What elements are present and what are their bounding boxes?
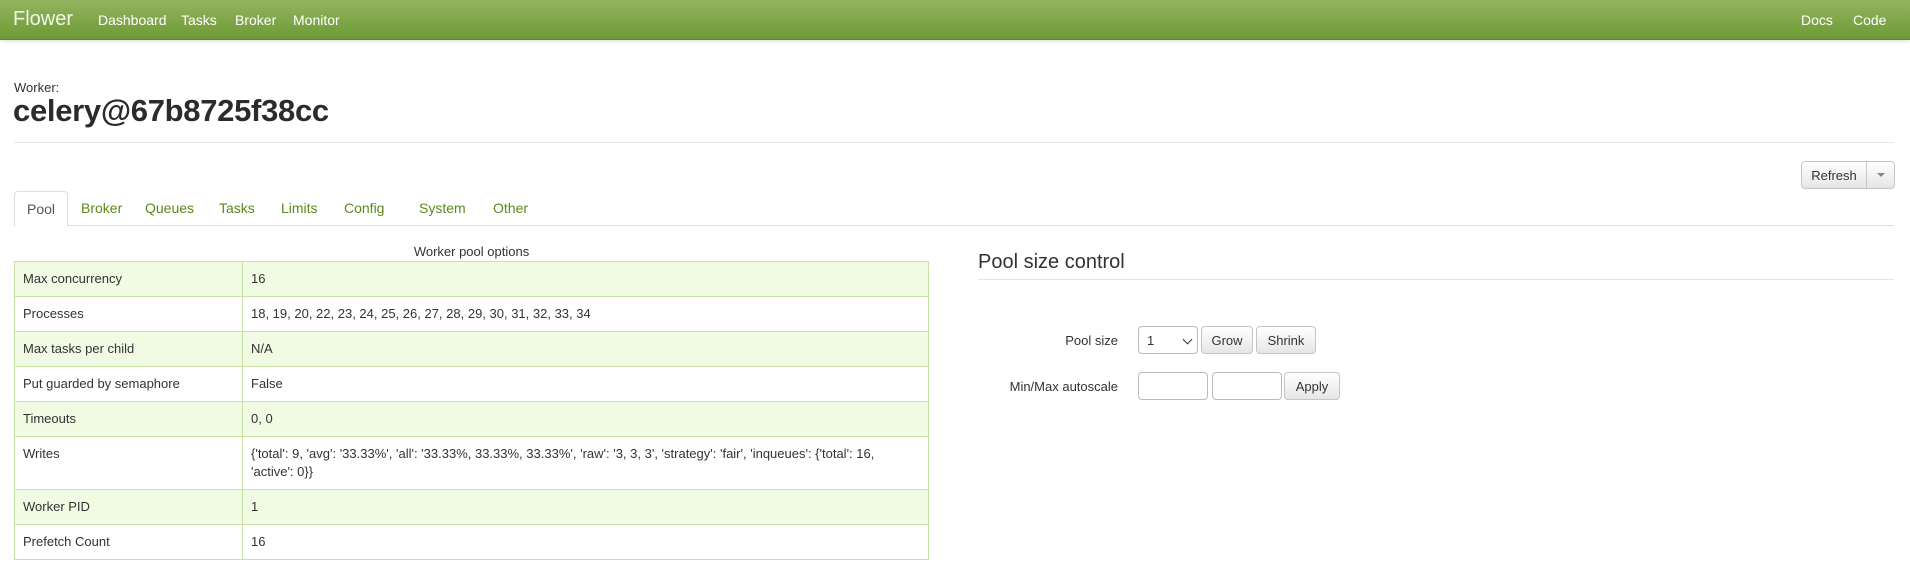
- pool-size-value: 1: [1147, 333, 1155, 348]
- row-key: Put guarded by semaphore: [14, 366, 243, 402]
- row-key: Max tasks per child: [14, 331, 243, 367]
- brand-logo[interactable]: Flower: [13, 8, 73, 31]
- nav-dashboard[interactable]: Dashboard: [98, 12, 167, 28]
- autoscale-label: Min/Max autoscale: [1009, 379, 1118, 394]
- tab-other[interactable]: Other: [481, 191, 540, 226]
- divider: [978, 279, 1894, 280]
- tab-pool[interactable]: Pool: [14, 191, 69, 227]
- row-value: 16: [242, 261, 929, 297]
- navbar: Flower Dashboard Tasks Broker Monitor Do…: [0, 0, 1910, 40]
- table-row: Max concurrency 16: [14, 261, 929, 297]
- tab-limits[interactable]: Limits: [269, 191, 330, 226]
- table-caption: Worker pool options: [413, 244, 530, 259]
- pool-size-select[interactable]: 1: [1138, 326, 1198, 354]
- refresh-button[interactable]: Refresh: [1801, 161, 1867, 189]
- row-key: Max concurrency: [14, 261, 243, 297]
- row-key: Worker PID: [14, 489, 243, 525]
- table-row: Put guarded by semaphore False: [14, 366, 929, 402]
- tab-system[interactable]: System: [407, 191, 478, 226]
- autoscale-min-input[interactable]: [1138, 372, 1208, 400]
- row-value: N/A: [242, 331, 929, 367]
- nav-docs[interactable]: Docs: [1801, 12, 1833, 28]
- nav-broker[interactable]: Broker: [235, 12, 276, 28]
- table-row: Processes 18, 19, 20, 22, 23, 24, 25, 26…: [14, 296, 929, 332]
- row-value: 18, 19, 20, 22, 23, 24, 25, 26, 27, 28, …: [242, 296, 929, 332]
- row-value: False: [242, 366, 929, 402]
- refresh-dropdown-toggle[interactable]: [1867, 161, 1895, 189]
- table-row: Timeouts 0, 0: [14, 401, 929, 437]
- apply-button[interactable]: Apply: [1284, 372, 1340, 400]
- grow-button[interactable]: Grow: [1201, 326, 1253, 354]
- row-value: 0, 0: [242, 401, 929, 437]
- nav-tasks[interactable]: Tasks: [181, 12, 217, 28]
- table-row: Writes {'total': 9, 'avg': '33.33%', 'al…: [14, 436, 929, 490]
- tab-bar: Pool Broker Queues Tasks Limits Config S…: [14, 191, 1894, 227]
- row-value: 1: [242, 489, 929, 525]
- pool-size-label: Pool size: [1065, 333, 1118, 348]
- divider: [14, 142, 1894, 143]
- tab-config[interactable]: Config: [332, 191, 396, 226]
- row-value: 16: [242, 524, 929, 560]
- pool-options-table: Max concurrency 16 Processes 18, 19, 20,…: [14, 261, 929, 560]
- pool-control-title: Pool size control: [978, 251, 1125, 273]
- row-key: Writes: [14, 436, 243, 490]
- tab-broker[interactable]: Broker: [69, 191, 134, 226]
- nav-monitor[interactable]: Monitor: [293, 12, 340, 28]
- table-row: Prefetch Count 16: [14, 524, 929, 560]
- row-key: Prefetch Count: [14, 524, 243, 560]
- autoscale-max-input[interactable]: [1212, 372, 1282, 400]
- table-row: Worker PID 1: [14, 489, 929, 525]
- caret-down-icon: [1876, 173, 1885, 177]
- tab-tasks[interactable]: Tasks: [207, 191, 267, 226]
- table-row: Max tasks per child N/A: [14, 331, 929, 367]
- row-value: {'total': 9, 'avg': '33.33%', 'all': '33…: [242, 436, 929, 490]
- tab-queues[interactable]: Queues: [133, 191, 206, 226]
- chevron-down-icon: [1182, 334, 1193, 345]
- row-key: Processes: [14, 296, 243, 332]
- refresh-button-group: Refresh: [1801, 161, 1895, 189]
- shrink-button[interactable]: Shrink: [1256, 326, 1316, 354]
- page-title: celery@67b8725f38cc: [13, 93, 329, 128]
- nav-code[interactable]: Code: [1853, 12, 1886, 28]
- row-key: Timeouts: [14, 401, 243, 437]
